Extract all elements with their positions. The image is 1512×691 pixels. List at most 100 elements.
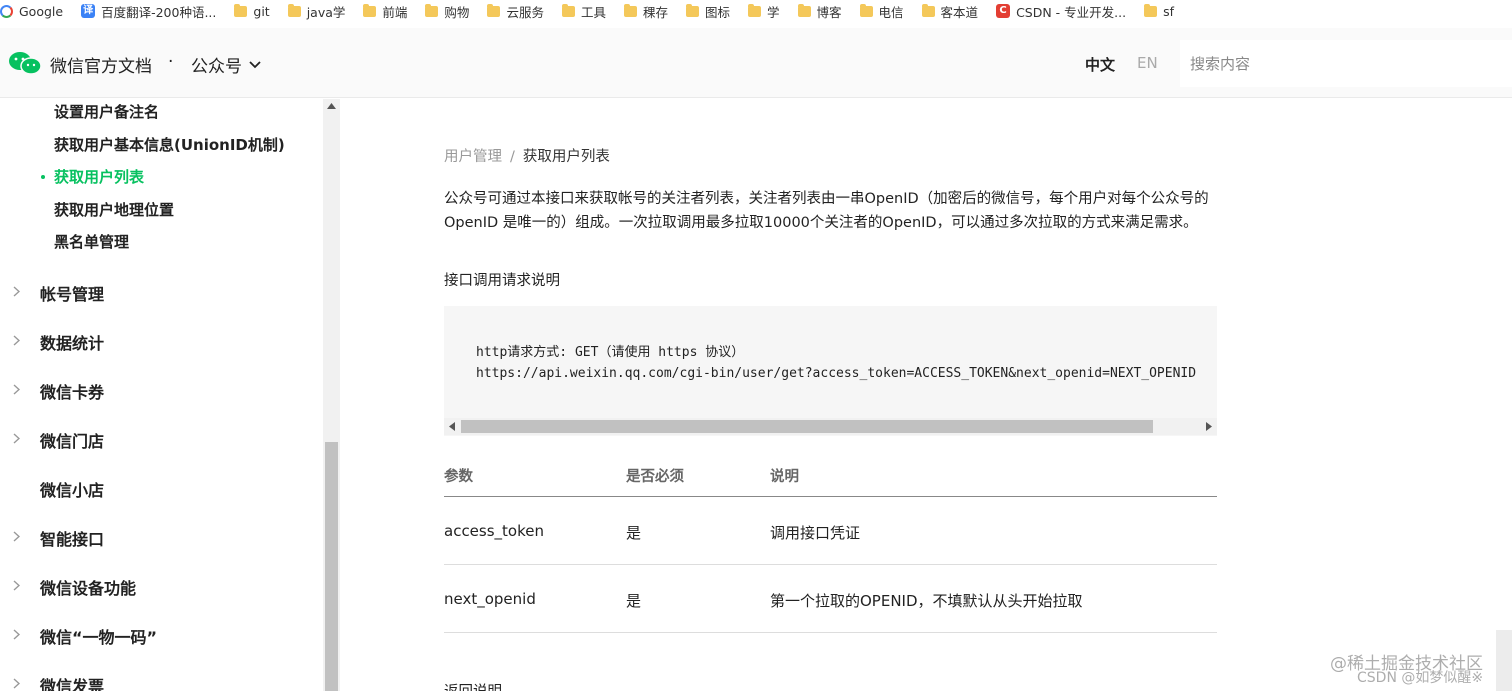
bookmark-item[interactable]: 图标 (677, 0, 739, 22)
bookmark-label: 博客 (816, 4, 842, 20)
bookmark-label: 百度翻译-200种语... (101, 4, 217, 20)
header-separator: · (168, 52, 174, 72)
chevron-right-icon[interactable] (13, 384, 20, 395)
sidebar-nav: 设置用户备注名获取用户基本信息(UnionID机制) 获取用户列表获取用户地理位置… (0, 99, 340, 691)
table-cell-param: next_openid (444, 590, 536, 608)
bookmark-label: CSDN - 专业开发... (1016, 4, 1127, 20)
scroll-left-icon[interactable] (449, 422, 455, 431)
chevron-down-icon (249, 60, 261, 68)
chevron-right-icon[interactable] (13, 286, 20, 297)
sidebar-category[interactable]: 微信发票 (40, 673, 104, 691)
folder-icon (1144, 3, 1158, 17)
folder-icon (623, 3, 637, 17)
sidebar-category[interactable]: 微信设备功能 (40, 575, 136, 599)
folder-icon (425, 3, 439, 17)
table-cell-required: 是 (626, 524, 642, 542)
sidebar-subitem[interactable]: 获取用户基本信息(UnionID机制) (54, 134, 285, 155)
table-header-required: 是否必须 (626, 469, 684, 485)
sidebar-category[interactable]: 微信门店 (40, 428, 104, 452)
bookmark-item[interactable]: 云服务 (478, 0, 553, 22)
folder-icon (748, 3, 761, 17)
folder-icon (797, 3, 811, 17)
bookmark-label: Google (19, 3, 64, 19)
chevron-right-icon[interactable] (13, 580, 20, 591)
breadcrumb-parent[interactable]: 用户管理 (444, 149, 502, 165)
product-selector[interactable]: 公众号 (191, 52, 261, 77)
chevron-right-icon[interactable] (13, 629, 20, 640)
bookmark-item[interactable]: java学 (279, 0, 355, 22)
returns-section-label: 返回说明 (444, 680, 502, 691)
bookmark-label: git (253, 3, 270, 19)
request-section-label: 接口调用请求说明 (444, 273, 560, 289)
table-cell-param: access_token (444, 522, 544, 540)
watermark-csdn: CSDN @如梦似醒※ (1357, 670, 1484, 686)
table-header-param: 参数 (444, 469, 473, 485)
search-input[interactable] (1180, 40, 1512, 87)
site-header: 微信官方文档 · 公众号 中文 EN (0, 28, 1512, 98)
sidebar-subitem-active[interactable]: 获取用户列表 (54, 166, 144, 187)
folder-icon (921, 3, 935, 17)
bookmark-label: java学 (306, 4, 346, 20)
folder-icon (234, 3, 248, 17)
breadcrumb-current: 获取用户列表 (522, 149, 610, 165)
bookmark-item[interactable]: 电信 (851, 0, 913, 22)
bookmark-label: 工具 (580, 4, 606, 20)
bookmark-item[interactable]: 稞存 (615, 0, 677, 22)
scroll-right-icon[interactable] (1206, 422, 1212, 431)
bookmark-label: 稞存 (642, 4, 668, 20)
sidebar-category[interactable]: 微信小店 (40, 477, 104, 501)
bookmark-item[interactable]: 博客 (789, 0, 851, 22)
sidebar-category[interactable]: 智能接口 (40, 526, 104, 550)
lang-zh-button[interactable]: 中文 (1085, 54, 1115, 75)
table-cell-required: 是 (626, 592, 642, 610)
code-scrollbar-thumb[interactable] (461, 420, 1153, 433)
page-scrollbar[interactable] (1496, 630, 1512, 691)
baidu-fanyi-icon: 译 (81, 4, 96, 18)
lang-en-button[interactable]: EN (1137, 54, 1158, 72)
bookmark-item[interactable]: git (225, 0, 278, 22)
google-icon (0, 4, 13, 18)
sidebar-subitem[interactable]: 获取用户地理位置 (54, 199, 174, 220)
table-header-desc: 说明 (770, 469, 799, 485)
bookmark-item[interactable]: 学 (739, 0, 789, 22)
csdn-icon: C (996, 4, 1011, 18)
sidebar-category[interactable]: 微信卡券 (40, 379, 104, 403)
bookmark-item[interactable]: sf (1135, 0, 1183, 22)
bookmark-item[interactable]: 客本道 (913, 0, 988, 22)
bookmark-item[interactable]: C CSDN - 专业开发... (987, 0, 1135, 22)
code-line-url: https://api.weixin.qq.com/cgi-bin/user/g… (476, 366, 1197, 381)
brand-title[interactable]: 微信官方文档 (50, 52, 152, 77)
bookmark-item[interactable]: 前端 (354, 0, 416, 22)
sidebar-category[interactable]: 数据统计 (40, 330, 104, 354)
bookmark-item[interactable]: 译百度翻译-200种语... (72, 0, 225, 22)
table-cell-desc: 第一个拉取的OPENID，不填默认从头开始拉取 (770, 592, 1083, 610)
bookmark-item[interactable]: Google (0, 0, 72, 22)
folder-icon (561, 3, 575, 17)
intro-paragraph: 公众号可通过本接口来获取帐号的关注者列表，关注者列表由一串OpenID（加密后的… (444, 191, 1209, 231)
table-cell-desc: 调用接口凭证 (770, 524, 861, 542)
folder-icon (685, 3, 699, 17)
bookmarks-bar: Google 译百度翻译-200种语... git java学 前端 购物 云服务 工具 稞存 图… (0, 0, 1512, 22)
sidebar-category[interactable]: 帐号管理 (40, 281, 104, 305)
scroll-up-icon[interactable] (327, 103, 336, 109)
sidebar-category[interactable]: 微信“一物一码” (40, 624, 157, 648)
product-label: 公众号 (191, 57, 242, 77)
code-horizontal-scrollbar[interactable] (444, 418, 1217, 435)
chevron-right-icon[interactable] (13, 335, 20, 346)
table-row-divider (444, 632, 1217, 633)
chevron-right-icon[interactable] (13, 433, 20, 444)
wechat-logo-icon[interactable] (8, 50, 42, 76)
breadcrumb: 用户管理 / 获取用户列表 (444, 145, 610, 166)
bookmark-item[interactable]: 购物 (416, 0, 478, 22)
folder-icon (859, 3, 873, 17)
chevron-right-icon[interactable] (13, 531, 20, 542)
code-block: http请求方式: GET（请使用 https 协议） https://api.… (444, 306, 1217, 436)
bookmark-label: 图标 (704, 4, 730, 20)
table-header-divider (444, 496, 1217, 497)
bookmark-item[interactable]: 工具 (553, 0, 615, 22)
active-dot-icon (41, 175, 45, 179)
sidebar-subitem[interactable]: 黑名单管理 (54, 231, 129, 252)
chevron-right-icon[interactable] (13, 678, 20, 689)
sidebar-scrollbar-thumb[interactable] (325, 442, 338, 691)
sidebar-subitem[interactable]: 设置用户备注名 (54, 101, 159, 122)
